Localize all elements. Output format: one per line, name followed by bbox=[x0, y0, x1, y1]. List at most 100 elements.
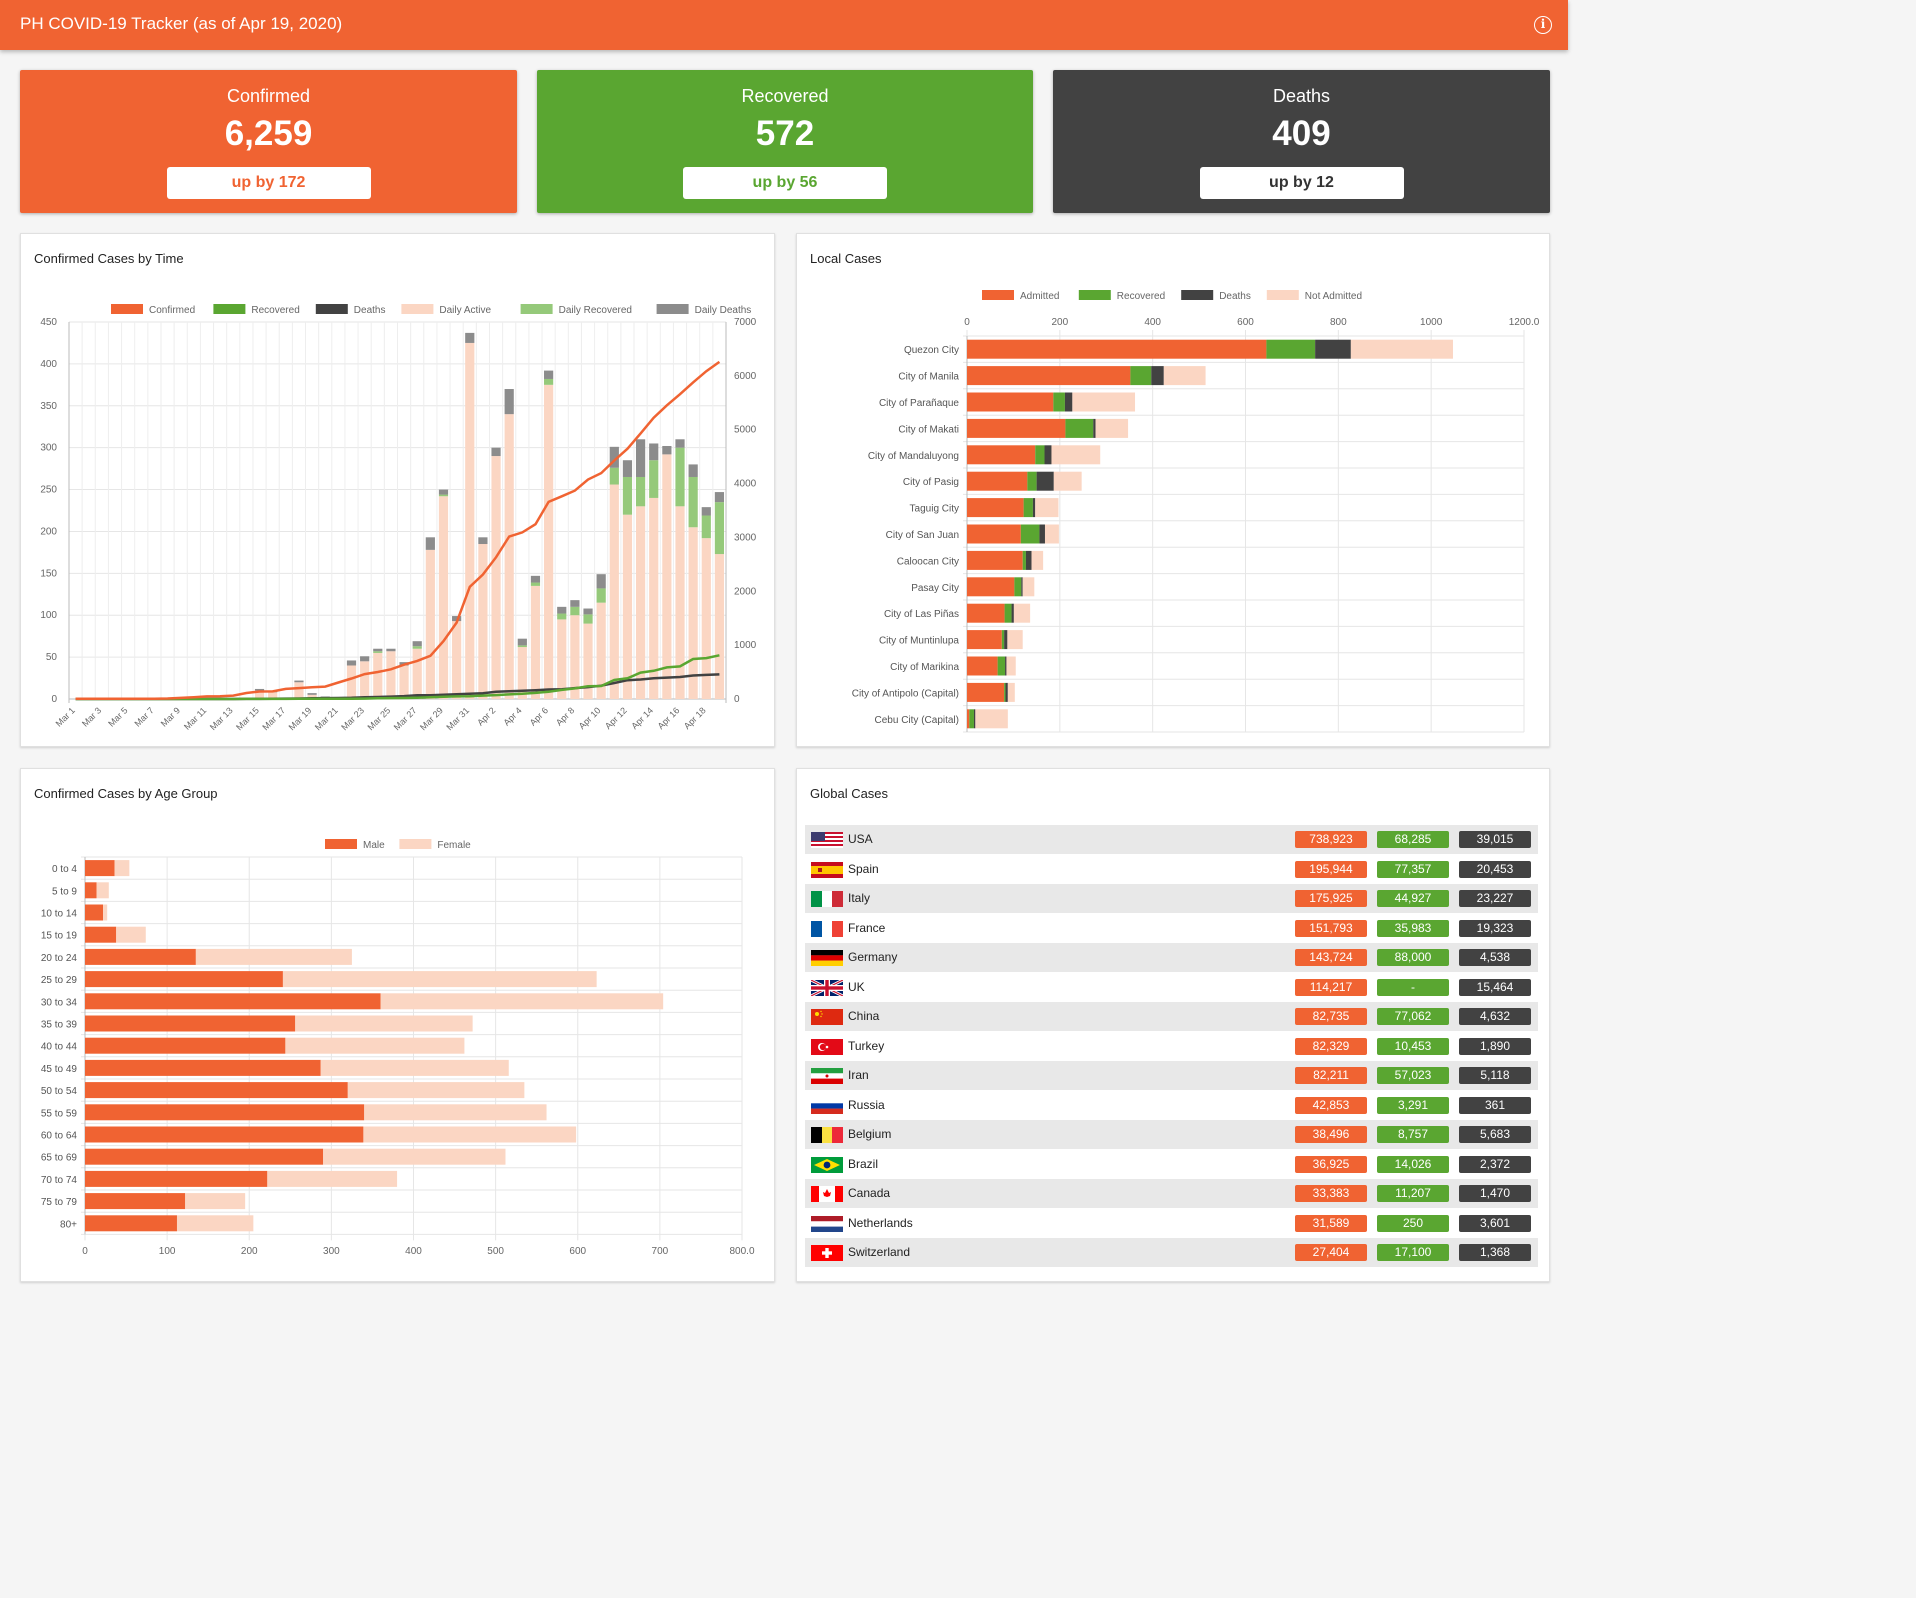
deaths-card: Deaths 409 up by 12 bbox=[1053, 70, 1550, 213]
x-tick-label: Apr 14 bbox=[629, 705, 655, 731]
bar-recovered bbox=[1014, 577, 1022, 597]
country-name: Belgium bbox=[848, 1127, 892, 1141]
bar-deaths bbox=[1036, 471, 1054, 491]
category-label: 10 to 14 bbox=[41, 909, 78, 920]
country-confirmed: 114,217 bbox=[1295, 978, 1367, 996]
confirmed-delta: up by 172 bbox=[166, 167, 371, 199]
x-tick-label: 1000 bbox=[1420, 317, 1443, 328]
bar-not-admitted bbox=[1072, 392, 1136, 412]
country-deaths: 15,464 bbox=[1459, 978, 1531, 996]
daily-bar-active bbox=[714, 554, 725, 699]
local-cases-card: Local Cases Admitted Recovered Deaths Not A… bbox=[796, 233, 1550, 747]
bar-deaths bbox=[1064, 392, 1073, 412]
daily-bar-recovered bbox=[583, 614, 593, 624]
global-case-row: USA 738,923 68,285 39,015 bbox=[805, 825, 1538, 854]
bar-recovered bbox=[969, 709, 974, 729]
y-right-tick-label: 1000 bbox=[734, 640, 757, 651]
bar-recovered bbox=[1001, 630, 1005, 650]
country-confirmed: 143,724 bbox=[1295, 949, 1367, 966]
x-tick-label: Mar 11 bbox=[182, 705, 208, 731]
bar-recovered bbox=[1053, 392, 1065, 412]
bar-deaths bbox=[1315, 339, 1351, 359]
y-left-tick-label: 200 bbox=[40, 526, 57, 537]
y-left-tick-label: 50 bbox=[46, 652, 58, 663]
country-deaths: 4,632 bbox=[1459, 1008, 1531, 1025]
x-tick-label: Apr 12 bbox=[603, 705, 629, 731]
daily-bar-recovered bbox=[635, 476, 646, 507]
daily-bar-recovered bbox=[373, 651, 383, 653]
y-left-tick-label: 150 bbox=[40, 568, 57, 579]
daily-bar-recovered bbox=[701, 515, 711, 539]
country-recovered: 10,453 bbox=[1377, 1037, 1449, 1055]
global-case-row: Netherlands 31,589 250 3,601 bbox=[805, 1209, 1538, 1238]
daily-bar-deaths bbox=[544, 370, 554, 379]
daily-bar-active bbox=[294, 682, 304, 699]
daily-bar-active bbox=[544, 384, 554, 699]
age-chart-card: Confirmed Cases by Age Group Male Female 0… bbox=[20, 768, 775, 1282]
daily-bar-recovered bbox=[609, 467, 619, 485]
x-tick-label: Mar 5 bbox=[106, 705, 129, 728]
category-label: 15 to 19 bbox=[41, 931, 78, 942]
daily-bar-active bbox=[373, 652, 383, 699]
category-label: 25 to 29 bbox=[41, 975, 78, 986]
bar-deaths bbox=[973, 709, 976, 729]
bar-deaths bbox=[1021, 577, 1023, 597]
bar-not-admitted bbox=[1051, 445, 1101, 465]
bar-female bbox=[364, 1104, 547, 1121]
bar-female bbox=[103, 904, 108, 921]
bar-male bbox=[85, 1193, 186, 1210]
daily-bar-active bbox=[557, 619, 567, 699]
info-icon[interactable]: i bbox=[1534, 16, 1552, 34]
bar-male bbox=[85, 1170, 268, 1187]
global-case-row: Italy 175,925 44,927 23,227 bbox=[805, 884, 1538, 913]
time-chart-card: Confirmed Cases by Time 0 50 100 150 200 250 3… bbox=[20, 233, 775, 747]
legend-label: Recovered bbox=[251, 305, 299, 316]
country-confirmed: 151,793 bbox=[1295, 919, 1367, 937]
bar-deaths bbox=[1039, 524, 1045, 544]
country-recovered: 57,023 bbox=[1377, 1067, 1449, 1084]
daily-bar-active bbox=[386, 651, 396, 699]
daily-bar-deaths bbox=[570, 600, 580, 607]
country-name: USA bbox=[848, 832, 873, 846]
y-left-tick-label: 300 bbox=[40, 443, 57, 454]
bar-deaths bbox=[1005, 682, 1008, 702]
x-tick-label: 300 bbox=[323, 1246, 340, 1257]
x-tick-label: Apr 4 bbox=[501, 705, 523, 727]
daily-bar-deaths bbox=[557, 606, 567, 614]
daily-bar-recovered bbox=[517, 645, 527, 648]
bar-not-admitted bbox=[1095, 418, 1129, 438]
app-bar: PH COVID-19 Tracker (as of Apr 19, 2020)… bbox=[0, 0, 1568, 50]
y-right-tick-label: 3000 bbox=[734, 532, 757, 543]
legend-swatch bbox=[213, 304, 246, 314]
bar-male bbox=[85, 904, 104, 921]
it-flag-icon bbox=[811, 891, 843, 907]
bar-recovered bbox=[1004, 682, 1006, 702]
category-label: Quezon City bbox=[904, 345, 959, 356]
x-tick-label: Mar 19 bbox=[287, 705, 314, 732]
legend-swatch bbox=[111, 304, 143, 314]
daily-bar-recovered bbox=[714, 502, 725, 555]
bar-deaths bbox=[1151, 366, 1164, 386]
x-tick-label: 500 bbox=[487, 1246, 504, 1257]
bar-not-admitted bbox=[1006, 656, 1016, 676]
category-label: Pasay City bbox=[911, 583, 959, 594]
category-label: City of San Juan bbox=[886, 530, 959, 541]
bar-female bbox=[267, 1170, 398, 1187]
bar-not-admitted bbox=[1022, 577, 1035, 597]
country-recovered: 8,757 bbox=[1377, 1126, 1449, 1143]
category-label: 60 to 64 bbox=[41, 1131, 78, 1142]
recovered-label: Recovered bbox=[741, 86, 829, 106]
age-chart: Male Female 0 100 200 300 400 500 600 700 800.0 0 t… bbox=[41, 839, 755, 1257]
country-confirmed: 27,404 bbox=[1295, 1244, 1367, 1261]
daily-bar-deaths bbox=[517, 638, 527, 646]
country-recovered: 14,026 bbox=[1377, 1155, 1449, 1173]
country-name: Netherlands bbox=[848, 1215, 913, 1230]
country-deaths: 5,683 bbox=[1459, 1126, 1531, 1143]
category-label: City of Muntinlupa bbox=[879, 636, 959, 647]
x-tick-label: 200 bbox=[1051, 317, 1068, 328]
daily-bar-active bbox=[622, 514, 633, 699]
legend-label: Confirmed bbox=[149, 305, 195, 316]
daily-bar-deaths bbox=[346, 660, 357, 666]
daily-bar-active bbox=[412, 648, 422, 699]
bar-admitted bbox=[967, 471, 1028, 491]
